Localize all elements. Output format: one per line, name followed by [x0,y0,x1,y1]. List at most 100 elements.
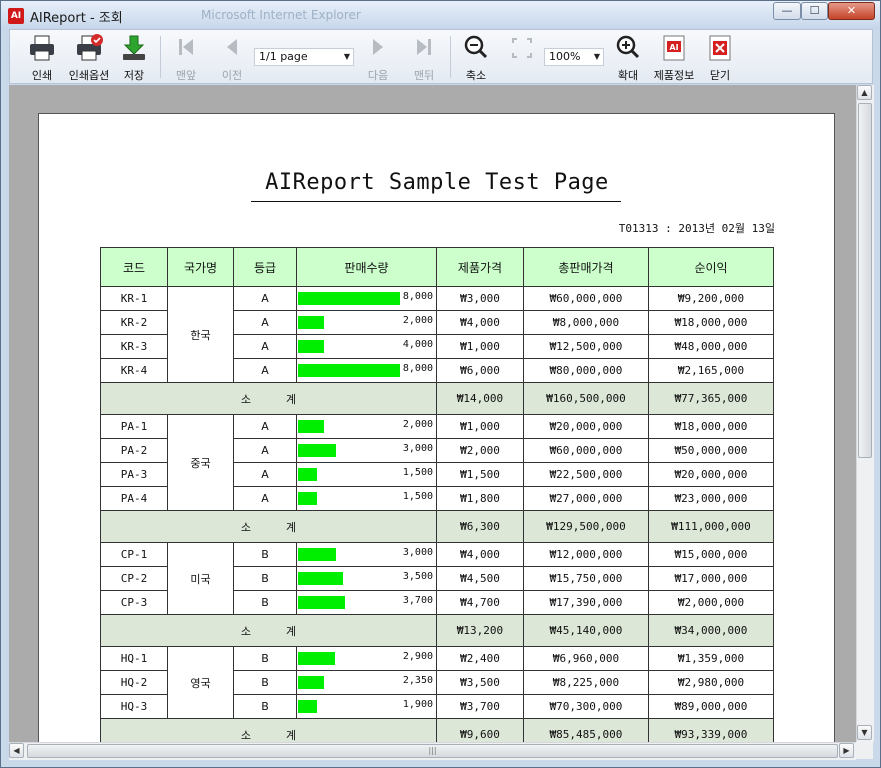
grade-cell: A [233,310,297,335]
quantity-bar [298,492,317,505]
column-header: 판매수량 [296,247,437,287]
subtotal-row: 소 계 ₩14,000 ₩160,500,000 ₩77,365,000 [100,382,774,415]
subtotal-label: 소 계 [100,614,437,647]
vertical-scroll-thumb[interactable] [858,103,872,458]
subtotal-profit: ₩34,000,000 [648,614,774,647]
country-cell: 중국 [167,414,234,511]
total-cell: ₩20,000,000 [523,414,649,439]
fit-page-icon [508,34,536,62]
close-document-icon [706,34,734,62]
scroll-right-icon[interactable]: ▶ [839,743,854,758]
code-cell: KR-3 [100,334,168,359]
report-viewer[interactable]: AIReport Sample Test Page T01313 : 2013년… [9,85,856,742]
scroll-down-icon[interactable]: ▼ [857,725,872,740]
page-select[interactable]: 1/1 page ▼ [254,48,354,66]
quantity-value: 2,350 [402,675,433,686]
fit-page-button[interactable] [508,34,536,82]
profit-cell: ₩9,200,000 [648,286,774,311]
total-cell: ₩80,000,000 [523,358,649,383]
subtotal-row: 소 계 ₩6,300 ₩129,500,000 ₩111,000,000 [100,510,774,543]
zoom-select[interactable]: 100% ▼ [544,48,604,66]
first-page-label: 맨앞 [175,69,197,82]
code-cell: PA-1 [100,414,168,439]
product-info-icon: AI [660,34,688,62]
profit-cell: ₩2,165,000 [648,358,774,383]
quantity-value: 2,000 [402,419,433,430]
price-cell: ₩4,000 [436,310,524,335]
print-button[interactable]: 인쇄 [24,34,60,82]
quantity-bar [298,700,317,713]
product-info-button[interactable]: AI 제품정보 [652,34,696,82]
column-header: 제품가격 [436,247,524,287]
price-cell: ₩3,500 [436,670,524,695]
profit-cell: ₩2,000,000 [648,590,774,615]
grade-cell: A [233,438,297,463]
column-header: 등급 [233,247,297,287]
total-cell: ₩8,000,000 [523,310,649,335]
profit-cell: ₩23,000,000 [648,486,774,511]
code-cell: KR-2 [100,310,168,335]
next-page-button[interactable]: 다음 [362,34,394,82]
printer-icon [28,34,56,62]
horizontal-scroll-thumb[interactable]: ||| [27,744,838,758]
scroll-left-icon[interactable]: ◀ [9,743,24,758]
quantity-value: 3,500 [402,571,433,582]
zoom-out-button[interactable]: 축소 [460,34,492,82]
first-page-button[interactable]: 맨앞 [170,34,202,82]
skip-last-icon [410,34,438,62]
report-title: AIReport Sample Test Page [265,170,609,195]
report-table: 코드 국가명 등급 판매수량 제품가격 총판매가격 순이익 KR-1 한국 A 8,000 ₩3,0… [100,247,774,742]
quantity-value: 3,700 [402,595,433,606]
quantity-cell: 8,000 [296,358,437,383]
quantity-bar [298,364,400,377]
subtotal-total: ₩129,500,000 [523,510,649,543]
last-page-button[interactable]: 맨뒤 [408,34,440,82]
close-button[interactable]: 닫기 [704,34,736,82]
quantity-value: 4,000 [402,339,433,350]
print-options-label: 인쇄옵션 [68,69,110,82]
grade-cell: B [233,694,297,719]
minimize-button[interactable]: — [773,2,801,20]
report-date: T01313 : 2013년 02월 13일 [618,222,775,235]
quantity-value: 2,000 [402,315,433,326]
app-window: AI AIReport - 조회 Microsoft Internet Expl… [0,0,881,768]
quantity-bar [298,292,400,305]
zoom-in-icon [614,34,642,62]
prev-page-button[interactable]: 이전 [216,34,248,82]
maximize-button[interactable]: ☐ [801,2,828,20]
subtotal-profit: ₩111,000,000 [648,510,774,543]
quantity-cell: 2,350 [296,670,437,695]
vertical-scrollbar[interactable]: ▲ ▼ [856,85,874,742]
code-cell: PA-4 [100,486,168,511]
grade-cell: B [233,566,297,591]
price-cell: ₩2,400 [436,646,524,671]
page-select-value: 1/1 page [259,50,308,63]
total-cell: ₩70,300,000 [523,694,649,719]
total-cell: ₩22,500,000 [523,462,649,487]
profit-cell: ₩18,000,000 [648,310,774,335]
zoom-in-button[interactable]: 확대 [612,34,644,82]
total-cell: ₩60,000,000 [523,286,649,311]
scroll-up-icon[interactable]: ▲ [857,85,872,100]
quantity-cell: 1,500 [296,462,437,487]
title-bar[interactable]: AI AIReport - 조회 Microsoft Internet Expl… [1,1,880,29]
print-options-button[interactable]: 인쇄옵션 [68,34,110,82]
quantity-cell: 2,000 [296,414,437,439]
horizontal-scrollbar[interactable]: ◀ ||| ▶ [9,742,856,760]
profit-cell: ₩17,000,000 [648,566,774,591]
country-cell: 영국 [167,646,234,719]
save-label: 저장 [123,69,145,82]
quantity-value: 8,000 [402,291,433,302]
subtotal-label: 소 계 [100,382,437,415]
price-cell: ₩4,700 [436,590,524,615]
save-button[interactable]: 저장 [118,34,150,82]
profit-cell: ₩89,000,000 [648,694,774,719]
grade-cell: B [233,590,297,615]
close-window-button[interactable]: ✕ [828,2,875,20]
quantity-bar [298,548,336,561]
total-cell: ₩60,000,000 [523,438,649,463]
code-cell: HQ-3 [100,694,168,719]
quantity-value: 2,900 [402,651,433,662]
subtotal-price: ₩13,200 [436,614,524,647]
quantity-cell: 8,000 [296,286,437,311]
